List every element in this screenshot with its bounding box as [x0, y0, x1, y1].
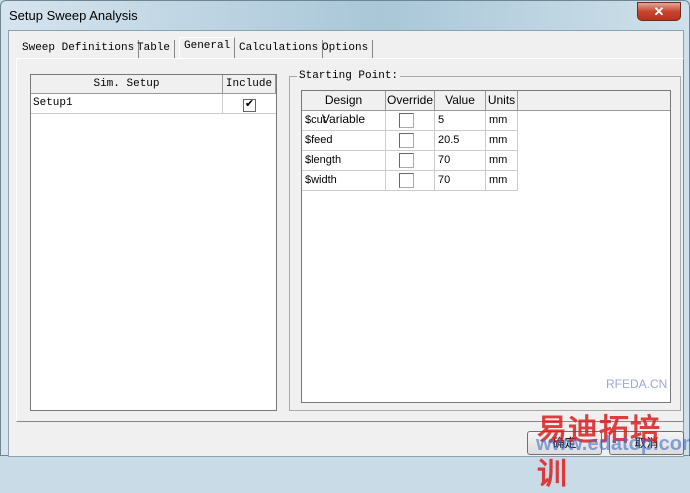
tab-table[interactable]: Table — [133, 40, 176, 58]
header-filler — [518, 91, 670, 111]
sim-setup-name[interactable]: Setup1 — [31, 94, 223, 114]
include-cell: ✔ — [223, 94, 276, 114]
override-checkbox[interactable] — [399, 173, 414, 188]
value-cell[interactable]: 20.5 — [435, 131, 486, 151]
override-checkbox[interactable] — [399, 113, 414, 128]
window-title: Setup Sweep Analysis — [9, 8, 138, 23]
variable-cell[interactable]: $cut — [302, 111, 386, 131]
include-checkbox[interactable]: ✔ — [243, 99, 256, 112]
units-cell[interactable]: mm — [486, 111, 518, 131]
tab-calculations[interactable]: Calculations — [235, 40, 324, 58]
value-cell[interactable]: 70 — [435, 171, 486, 191]
tab-general[interactable]: General — [179, 37, 236, 59]
units-cell[interactable]: mm — [486, 171, 518, 191]
override-cell[interactable] — [386, 131, 435, 151]
starting-point-label: Starting Point: — [297, 70, 401, 82]
variable-cell[interactable]: $length — [302, 151, 386, 171]
column-header-sim-setup[interactable]: Sim. Setup — [31, 75, 223, 94]
tab-options[interactable]: Options — [318, 40, 374, 58]
column-header-value[interactable]: Value — [435, 91, 486, 111]
starting-point-table: Design Variable Override Value Units $cu… — [301, 90, 671, 403]
override-cell[interactable] — [386, 151, 435, 171]
value-cell[interactable]: 70 — [435, 151, 486, 171]
dialog-window: Setup Sweep Analysis ✕ Sweep Definitions… — [0, 0, 690, 491]
value-cell[interactable]: 5 — [435, 111, 486, 131]
cancel-button[interactable]: 取消 — [609, 431, 684, 455]
sim-setup-list[interactable]: Sim. Setup Include Setup1 ✔ — [30, 74, 277, 411]
variable-cell[interactable]: $feed — [302, 131, 386, 151]
units-cell[interactable]: mm — [486, 131, 518, 151]
column-header-override[interactable]: Override — [386, 91, 435, 111]
units-cell[interactable]: mm — [486, 151, 518, 171]
override-checkbox[interactable] — [399, 153, 414, 168]
tab-sweep-definitions[interactable]: Sweep Definitions — [18, 40, 140, 58]
column-header-units[interactable]: Units — [486, 91, 518, 111]
close-button[interactable]: ✕ — [637, 2, 681, 21]
column-header-design-variable[interactable]: Design Variable — [302, 91, 386, 126]
column-header-include[interactable]: Include — [223, 75, 276, 94]
override-cell[interactable] — [386, 171, 435, 191]
ok-button[interactable]: 确定 — [527, 431, 602, 455]
variable-cell[interactable]: $width — [302, 171, 386, 191]
override-checkbox[interactable] — [399, 133, 414, 148]
override-cell[interactable] — [386, 111, 435, 131]
dialog-client: Sweep Definitions Table General Calculat… — [8, 30, 684, 457]
